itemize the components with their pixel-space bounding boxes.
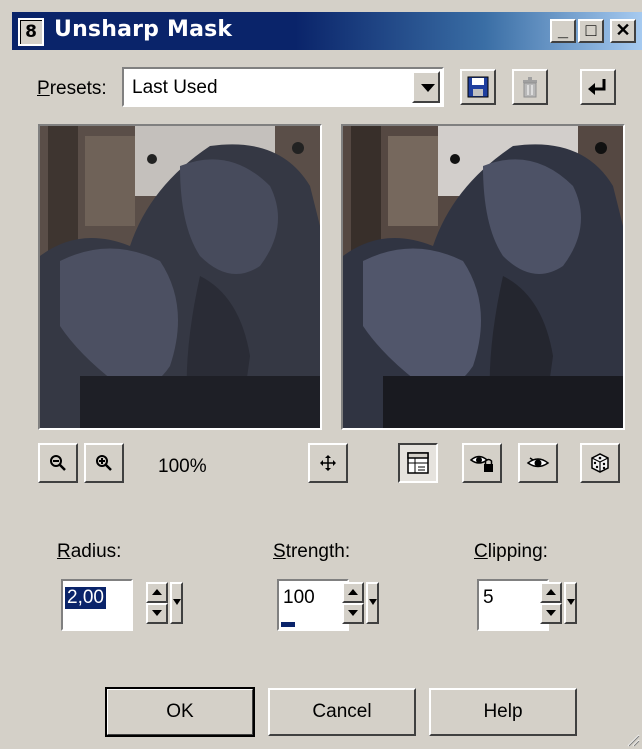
eye-lock-icon [469,455,493,472]
presets-label: Presets: [37,78,107,99]
strength-level-bar [281,622,295,627]
help-button[interactable]: Help [429,688,577,736]
strength-value: 100 [283,587,315,608]
radius-field[interactable]: 2,00 [61,579,133,631]
radius-spinner[interactable] [146,582,168,624]
app-icon[interactable]: 8 [18,18,44,46]
preview-panel-icon [407,452,429,474]
original-preview[interactable] [38,124,322,430]
trash-icon [523,77,537,98]
randomize-button[interactable] [580,443,620,483]
minimize-button[interactable]: _ [550,19,576,43]
strength-dropdown-arrow[interactable] [366,582,379,624]
lock-preview-button[interactable] [462,443,502,483]
decrement-arrow-icon[interactable] [540,603,562,624]
zoom-out-button[interactable] [38,443,78,483]
increment-arrow-icon[interactable] [540,582,562,603]
move-arrows-icon [320,455,336,471]
delete-preset-button[interactable] [512,69,548,105]
zoom-level: 100% [158,456,207,477]
pan-button[interactable] [308,443,348,483]
dice-icon [591,453,609,473]
zoom-in-icon [96,455,112,471]
increment-arrow-icon[interactable] [342,582,364,603]
zoom-in-button[interactable] [84,443,124,483]
strength-spinner[interactable] [342,582,364,624]
clipping-field[interactable]: 5 [477,579,549,631]
decrement-arrow-icon[interactable] [146,603,168,624]
window-title: Unsharp Mask [54,17,233,42]
cancel-button[interactable]: Cancel [268,688,416,736]
minimize-icon: _ [557,20,568,40]
radius-label: Radius: [57,541,122,562]
result-preview[interactable] [341,124,625,430]
increment-arrow-icon[interactable] [146,582,168,603]
maximize-button[interactable]: □ [578,19,604,43]
resize-grip-icon[interactable] [626,733,640,747]
lion-statue-image [40,126,320,428]
auto-proof-button[interactable] [518,443,558,483]
lion-statue-image [343,126,623,428]
radius-dropdown-arrow[interactable] [170,582,183,624]
unsharp-mask-dialog: 8 Unsharp Mask _ □ ✕ Presets: Last Used [0,0,642,749]
clipping-dropdown-arrow[interactable] [564,582,577,624]
decrement-arrow-icon[interactable] [342,603,364,624]
floppy-disk-icon [467,76,489,98]
clipping-value: 5 [483,587,494,608]
save-preset-button[interactable] [460,69,496,105]
radius-value: 2,00 [65,587,106,609]
strength-label: Strength: [273,541,351,562]
chevron-down-icon[interactable] [412,71,440,103]
eye-icon [526,457,550,468]
presets-value: Last Used [132,77,218,98]
strength-field[interactable]: 100 [277,579,349,631]
toggle-preview-button[interactable] [398,443,438,483]
presets-dropdown[interactable]: Last Used [122,67,444,107]
reset-button[interactable] [580,69,616,105]
clipping-label: Clipping: [474,541,548,562]
ok-button[interactable]: OK [105,687,255,737]
close-button[interactable]: ✕ [610,19,636,43]
zoom-out-icon [50,455,66,471]
undo-arrow-icon [588,79,606,95]
close-icon: ✕ [615,20,631,40]
clipping-spinner[interactable] [540,582,562,624]
title-bar[interactable]: 8 Unsharp Mask _ □ ✕ [12,12,642,50]
maximize-icon: □ [585,20,597,40]
